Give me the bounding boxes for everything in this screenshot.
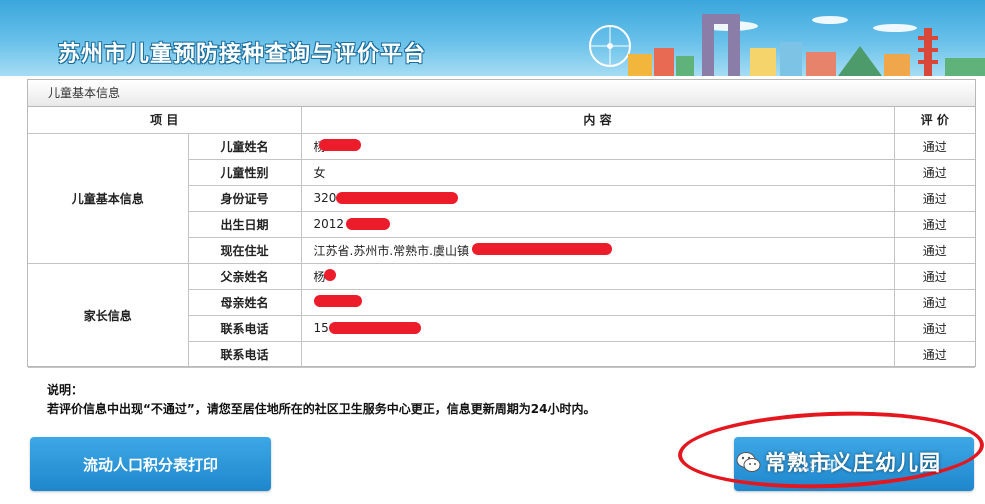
evaluation-cell: 通过 (893, 262, 975, 290)
notes-text: 若评价信息中出现“不通过”，请您至居住地所在的社区卫生服务中心更正，信息更新周期… (47, 402, 596, 416)
table-row: 家长信息 父亲姓名 杨 通过 (28, 262, 975, 368)
info-table: 项 目 内 容 评 价 儿童基本信息 儿童姓名 杨 通过 儿童性别 女 通过 身… (28, 107, 975, 368)
city-skyline-illustration (589, 14, 985, 76)
field-label: 联系电话 (188, 340, 302, 368)
evaluation-cell: 通过 (893, 288, 975, 316)
group-label: 家长信息 (28, 262, 189, 368)
redaction-mark (345, 218, 390, 230)
wechat-icon (736, 452, 761, 472)
field-value: 女 (300, 158, 895, 186)
field-value: 杨 (300, 132, 895, 160)
header-banner: 苏州市儿童预防接种查询与评价平台 (0, 0, 985, 76)
child-info-panel: 儿童基本信息 项 目 内 容 评 价 儿童基本信息 儿童姓名 杨 通过 儿童性别… (27, 79, 976, 368)
floating-population-points-print-button[interactable]: 流动人口积分表打印 (30, 437, 271, 491)
header-evaluation: 评 价 (893, 107, 975, 134)
field-value: 15 (300, 314, 895, 342)
table-row: 儿童基本信息 儿童姓名 杨 通过 (28, 132, 975, 264)
field-value: 杨 (300, 262, 895, 290)
redaction-mark (323, 268, 336, 281)
field-label: 母亲姓名 (188, 288, 302, 316)
redaction-mark (318, 138, 361, 151)
wechat-watermark: 常熟市义庄幼儿园 (735, 444, 970, 480)
field-label: 父亲姓名 (187, 262, 302, 290)
redacted-value: 320 (314, 191, 458, 205)
evaluation-cell: 通过 (893, 184, 975, 212)
redaction-mark (471, 242, 612, 255)
evaluation-cell: 通过 (893, 340, 975, 368)
redacted-value: 2012 (314, 217, 390, 231)
redacted-value: 江苏省.苏州市.常熟市.虞山镇 (314, 242, 612, 259)
redaction-mark (328, 322, 421, 334)
redacted-value: 杨 (314, 268, 336, 285)
header-item: 项 目 (28, 107, 302, 134)
redacted-value: 杨 (314, 138, 361, 155)
table-header-row: 项 目 内 容 评 价 (28, 107, 975, 134)
page-title: 苏州市儿童预防接种查询与评价平台 (58, 42, 427, 67)
header-content: 内 容 (300, 107, 895, 134)
field-label: 联系电话 (188, 314, 302, 342)
field-label: 儿童性别 (188, 158, 302, 186)
evaluation-cell: 通过 (893, 210, 975, 238)
redaction-mark (335, 192, 458, 204)
redacted-value (313, 294, 364, 308)
panel-title: 儿童基本信息 (28, 80, 975, 107)
field-value: 江苏省.苏州市.常熟市.虞山镇 (300, 236, 895, 264)
field-value: 320 (300, 184, 895, 212)
field-value (300, 340, 895, 368)
field-value (300, 288, 895, 316)
field-label: 现在住址 (188, 236, 302, 264)
group-label: 儿童基本信息 (28, 132, 189, 264)
evaluation-cell: 通过 (893, 236, 975, 264)
evaluation-cell: 通过 (893, 314, 975, 342)
redacted-value: 15 (314, 321, 421, 335)
field-label: 儿童姓名 (187, 132, 302, 160)
redaction-mark (313, 294, 362, 307)
field-value: 2012 (300, 210, 895, 238)
evaluation-cell: 通过 (893, 158, 975, 186)
field-label: 出生日期 (188, 210, 302, 238)
watermark-text: 常熟市义庄幼儿园 (765, 451, 941, 475)
notes-section: 说明： 若评价信息中出现“不通过”，请您至居住地所在的社区卫生服务中心更正，信息… (47, 381, 595, 419)
notes-heading: 说明： (47, 383, 84, 397)
evaluation-cell: 通过 (893, 132, 975, 160)
field-label: 身份证号 (188, 184, 302, 212)
